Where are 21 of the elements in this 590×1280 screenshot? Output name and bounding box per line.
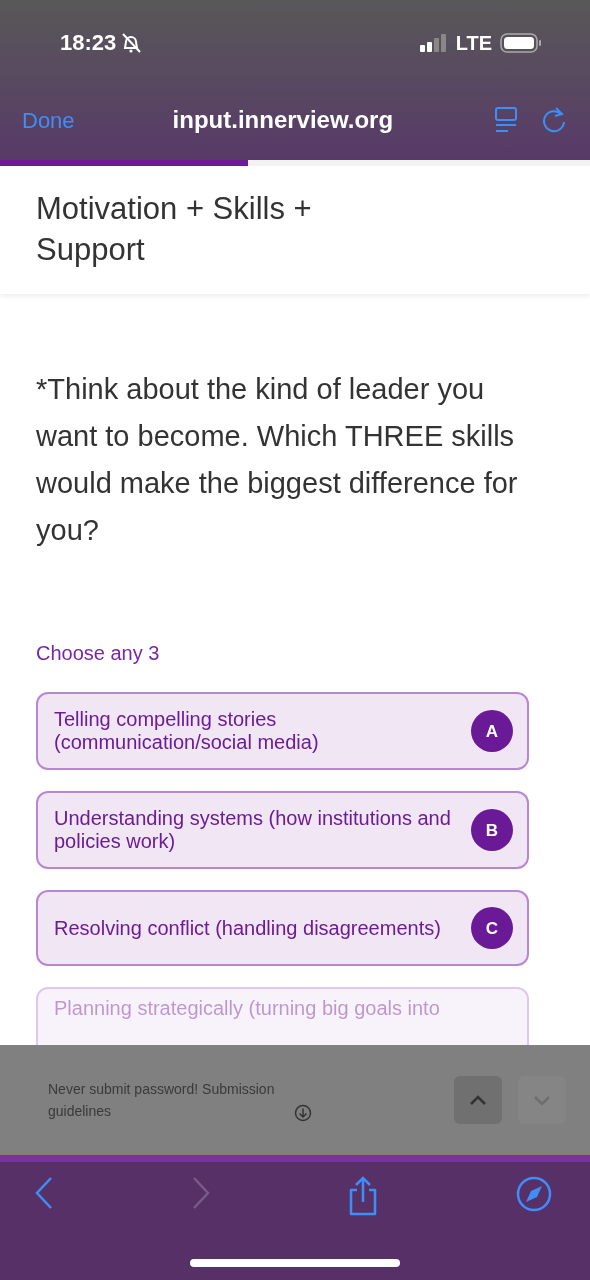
- download-icon[interactable]: [294, 1104, 312, 1122]
- compass-icon[interactable]: [515, 1176, 552, 1212]
- option-letter: B: [471, 809, 513, 851]
- signal-icon: [419, 33, 448, 52]
- answer-option[interactable]: Telling compelling stories (communication/social media) A: [36, 692, 529, 770]
- option-letter: A: [471, 710, 513, 752]
- clock: 18:23: [60, 29, 117, 57]
- choice-hint: Choose any 3: [35, 641, 161, 666]
- notice-text: Never submit password! Submission guidelines: [48, 1080, 276, 1121]
- question-text: *Think about the kind of leader you want to become. Which THREE skills would make the biggest difference for you?: [35, 372, 519, 548]
- scroll-up-button[interactable]: [454, 1076, 502, 1124]
- battery-icon: [500, 32, 542, 53]
- url-label: input.innerview.org: [172, 105, 394, 135]
- reload-icon[interactable]: [542, 106, 568, 134]
- back-icon[interactable]: [34, 1176, 54, 1210]
- section-title: Motivation + Skills + Support: [36, 190, 313, 269]
- answer-option[interactable]: Resolving conflict (handling disagreements) C: [36, 890, 529, 966]
- option-letter: C: [471, 907, 513, 949]
- network-label: LTE: [455, 30, 492, 56]
- reader-icon[interactable]: [494, 106, 518, 134]
- answer-option[interactable]: Understanding systems (how institutions and policies work) B: [36, 791, 529, 869]
